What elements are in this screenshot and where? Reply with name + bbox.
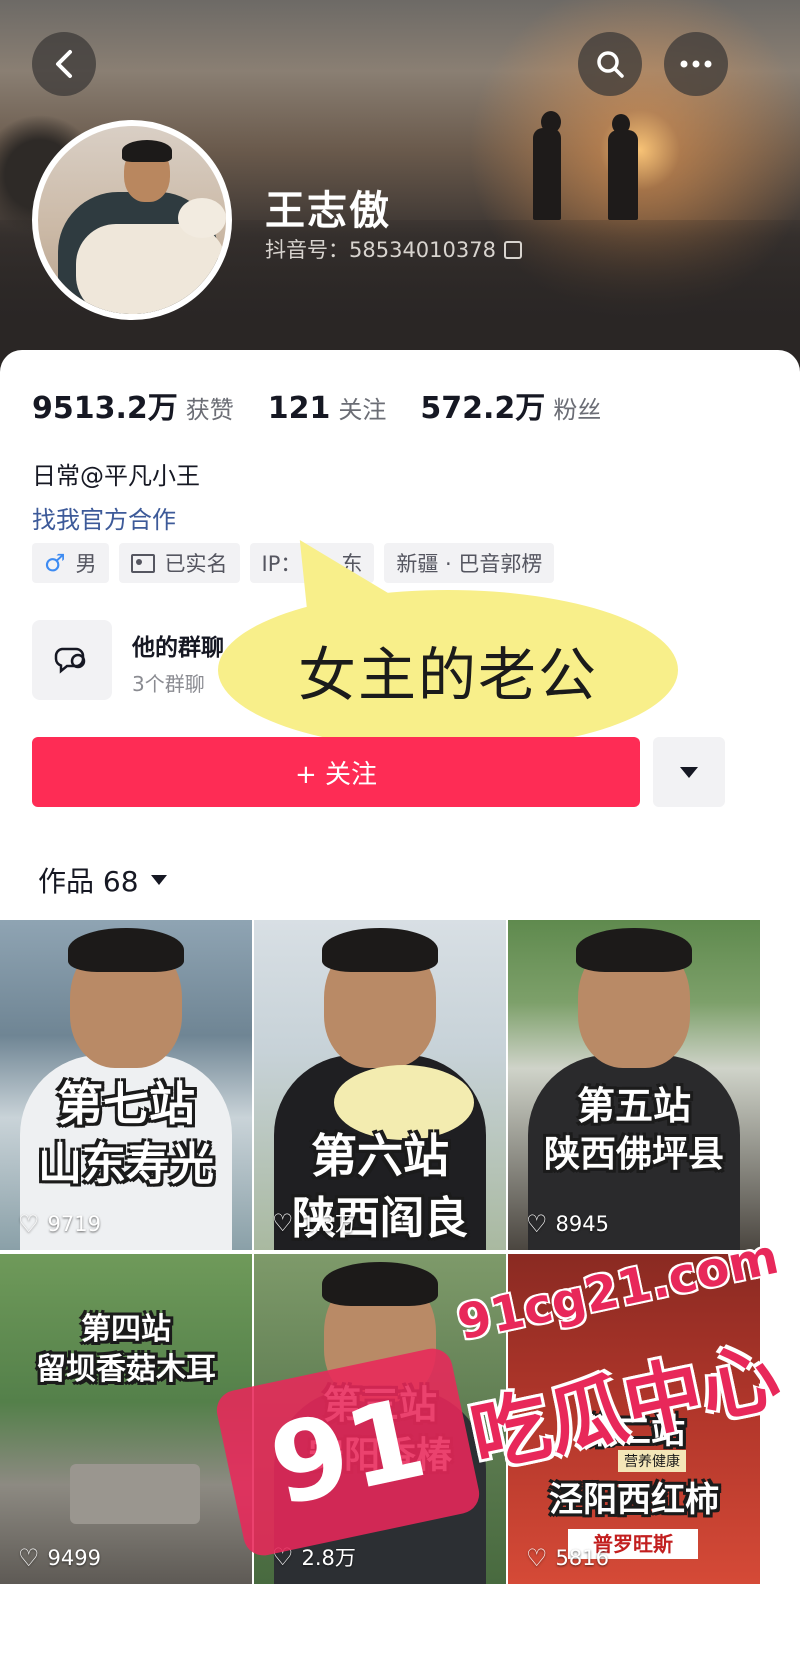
video-figure-hair: [576, 928, 692, 972]
bio-text: 日常@平凡小王: [32, 462, 200, 490]
likes-label: 获赞: [185, 396, 234, 424]
search-icon[interactable]: [578, 32, 642, 96]
following-label[interactable]: 关注: [338, 390, 386, 425]
video-caption-line2: 山东寿光: [38, 1139, 214, 1190]
triangle-down-icon: [150, 875, 167, 885]
chat-bubble-icon: [32, 620, 112, 700]
group-chat-count: 3个群聊: [132, 672, 205, 696]
profile-name: 王志傲: [265, 188, 391, 234]
heart-icon: ♡: [526, 1210, 548, 1238]
likes-count: 9513.2万: [32, 391, 178, 426]
copy-icon[interactable]: [503, 241, 522, 259]
video-likes: ♡ 8945: [526, 1210, 609, 1238]
video-tile[interactable]: 第四站 留坝香菇木耳 ♡ 9499: [0, 1254, 252, 1584]
video-likes-count: 1.3万: [301, 1212, 356, 1236]
video-likes: ♡ 5816: [526, 1544, 609, 1572]
followers-count[interactable]: 572.2万: [420, 383, 545, 427]
heart-icon: ♡: [272, 1209, 294, 1237]
video-figure-hair: [322, 1262, 438, 1306]
video-likes-count: 5816: [555, 1546, 609, 1570]
video-caption-line1: 第七站: [57, 1077, 195, 1131]
recommend-dropdown-button[interactable]: [653, 737, 725, 807]
heart-icon: ♡: [18, 1544, 40, 1572]
video-figure-hair: [68, 928, 184, 972]
more-dots-icon[interactable]: [664, 32, 728, 96]
video-likes-count: 8945: [555, 1212, 609, 1236]
following-count[interactable]: 121: [268, 391, 331, 426]
annotation-text: 女主的老公: [297, 641, 598, 709]
video-caption-line2: 留坝香菇木耳: [36, 1352, 216, 1387]
video-likes-count: 9719: [47, 1212, 101, 1236]
works-label: 作品 68: [38, 865, 139, 898]
video-tile[interactable]: 第七站 山东寿光 ♡ 9719: [0, 920, 252, 1250]
video-tile[interactable]: 第六站 陕西阎良 ♡ 1.3万: [254, 920, 506, 1250]
video-caption-line2: 陕西佛坪县: [543, 1134, 724, 1175]
video-figure-hair: [322, 928, 438, 972]
id-card-icon: [130, 553, 155, 573]
avatar-sheep-head: [178, 198, 226, 238]
verified-tag: 已实名: [118, 543, 240, 583]
male-icon: ♂: [44, 549, 66, 577]
video-caption-line2: 泾阳西红柿: [549, 1480, 719, 1520]
video-caption-line1: 第五站: [576, 1084, 691, 1128]
video-tile[interactable]: 第五站 陕西佛坪县 ♡ 8945: [508, 920, 760, 1250]
video-caption-line1: 第四站: [81, 1312, 171, 1347]
gender-label: 男: [75, 552, 97, 576]
back-chevron-icon[interactable]: [32, 32, 96, 96]
group-chat-title: 他的群聊: [132, 635, 224, 661]
banner-person-1: [533, 128, 561, 220]
followers-label[interactable]: 粉丝: [553, 390, 601, 425]
douyin-id[interactable]: 抖音号：58534010378: [265, 234, 522, 264]
video-likes: ♡ 9719: [18, 1210, 101, 1238]
video-likes-count: 9499: [47, 1546, 101, 1570]
business-link[interactable]: 找我官方合作: [32, 500, 176, 535]
table-scene: [70, 1464, 200, 1524]
douyin-id-text: 抖音号：58534010378: [265, 238, 496, 262]
annotation-bubble: 女主的老公: [218, 590, 678, 750]
avatar-hair: [122, 140, 172, 162]
video-caption-line1: 第六站: [311, 1129, 449, 1183]
video-likes: ♡ 9499: [18, 1544, 101, 1572]
heart-icon: ♡: [18, 1210, 40, 1238]
video-likes-count: 2.8万: [301, 1546, 356, 1570]
gender-tag: ♂ 男: [32, 543, 109, 583]
heart-icon: ♡: [526, 1544, 548, 1572]
stats-row: 9513.2万 获赞 121 关注 572.2万 粉丝: [32, 383, 635, 427]
follow-button[interactable]: + 关注: [32, 737, 640, 807]
banner-person-2: [608, 130, 638, 220]
video-likes: ♡ 1.3万: [272, 1208, 356, 1238]
avatar[interactable]: [32, 120, 232, 320]
works-tab[interactable]: 作品 68: [38, 860, 167, 900]
verified-label: 已实名: [164, 552, 228, 576]
watermark-badge-text: 91: [259, 1373, 437, 1531]
triangle-down-icon: [680, 766, 698, 778]
